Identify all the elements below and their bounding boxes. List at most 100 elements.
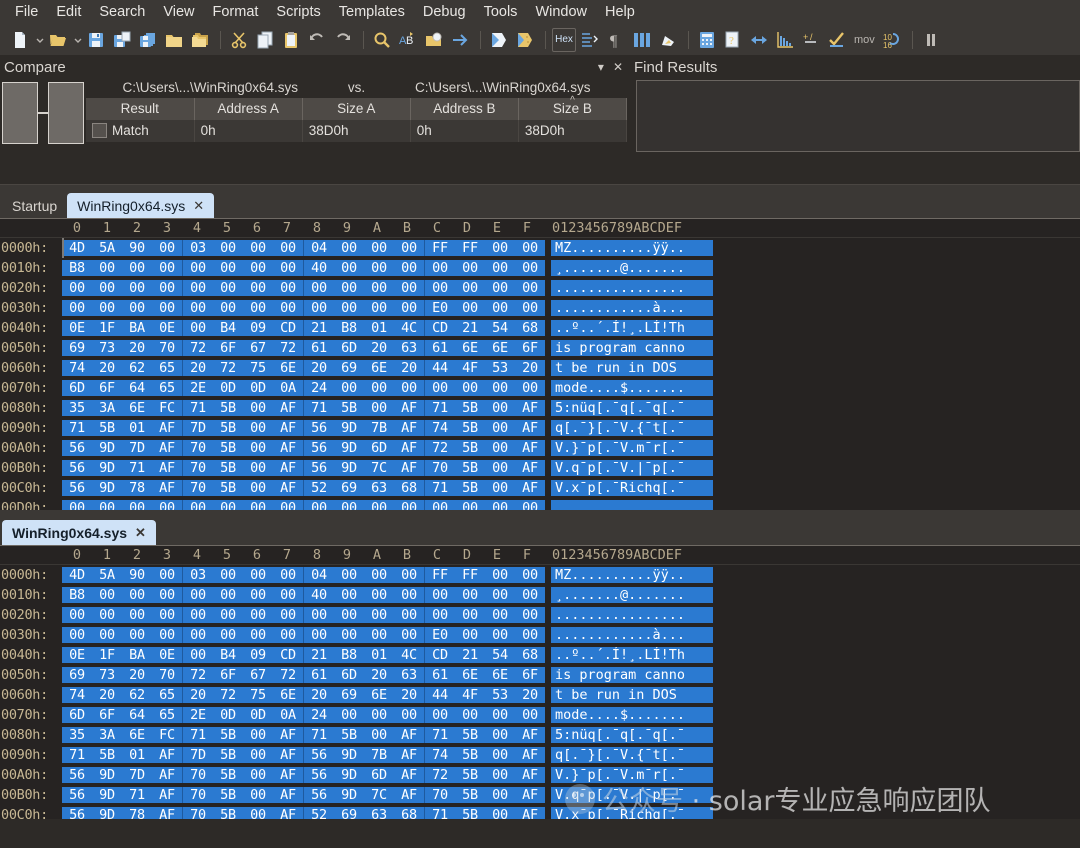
hex-byte[interactable]: 65 — [152, 380, 182, 396]
hex-byte[interactable]: AF — [273, 400, 303, 416]
hex-row[interactable]: 0040h:0E1FBA0E00B409CD21B8014CCD215468..… — [0, 645, 1080, 665]
hex-byte[interactable]: 00 — [394, 607, 424, 623]
hex-byte[interactable]: 0A — [273, 707, 303, 723]
hex-byte[interactable]: 6E — [455, 340, 485, 356]
menu-item-tools[interactable]: Tools — [475, 2, 527, 22]
run-template-icon[interactable] — [487, 28, 511, 52]
hex-byte[interactable]: 74 — [425, 747, 455, 763]
hex-byte[interactable]: 00 — [515, 300, 545, 316]
hex-byte[interactable]: 00 — [364, 240, 394, 256]
hex-byte[interactable]: 5B — [455, 480, 485, 496]
hex-byte[interactable]: 00 — [62, 500, 92, 510]
hex-row[interactable]: 0080h:353A6EFC715B00AF715B00AF715B00AF5:… — [0, 398, 1080, 418]
hex-row[interactable]: 0000h:4D5A90000300000004000000FFFF0000MZ… — [0, 565, 1080, 585]
hex-byte[interactable]: 56 — [62, 460, 92, 476]
hex-byte[interactable]: 00 — [364, 260, 394, 276]
hex-byte[interactable]: 00 — [122, 587, 152, 603]
hex-byte[interactable]: 24 — [304, 380, 334, 396]
hex-byte[interactable]: 53 — [485, 360, 515, 376]
base-convert-icon[interactable]: 1016 — [880, 28, 904, 52]
hex-byte[interactable]: 00 — [243, 500, 273, 510]
table-row[interactable]: Match0h38D0h0h38D0h — [86, 120, 627, 142]
checkmark-icon[interactable] — [825, 28, 849, 52]
hex-row[interactable]: 00B0h:569D71AF705B00AF569D7CAF705B00AFV.… — [0, 458, 1080, 478]
hex-byte[interactable]: 7D — [122, 440, 152, 456]
hex-byte[interactable]: 00 — [243, 260, 273, 276]
document-tab-startup[interactable]: Startup — [2, 193, 67, 218]
hex-byte[interactable]: 71 — [62, 747, 92, 763]
hex-byte[interactable]: 9D — [92, 440, 122, 456]
goto-icon[interactable] — [448, 28, 472, 52]
hex-byte[interactable]: 69 — [62, 667, 92, 683]
hex-byte[interactable]: 00 — [485, 767, 515, 783]
hex-byte[interactable]: 56 — [62, 807, 92, 819]
hex-row-ascii[interactable]: V.x¯p[.¯Richq[.¯ — [551, 480, 713, 496]
hex-byte[interactable]: 00 — [334, 380, 364, 396]
hex-byte[interactable]: 00 — [425, 587, 455, 603]
hex-byte-cells[interactable]: 742062652072756E20696E20444F5320 — [62, 687, 545, 703]
hex-row-ascii[interactable]: 5:nüq[.¯q[.¯q[.¯ — [551, 400, 713, 416]
hex-byte[interactable]: 6F — [213, 340, 243, 356]
hex-byte[interactable]: 6D — [62, 707, 92, 723]
hex-byte[interactable]: 00 — [152, 587, 182, 603]
hex-byte[interactable]: 62 — [122, 360, 152, 376]
hex-byte[interactable]: 00 — [334, 587, 364, 603]
hex-byte[interactable]: AF — [515, 480, 545, 496]
hex-byte[interactable]: 00 — [485, 567, 515, 583]
hex-byte[interactable]: 71 — [62, 420, 92, 436]
hex-byte[interactable]: 00 — [243, 727, 273, 743]
hex-row-ascii[interactable]: ..º..´.Í!¸.LÍ!Th — [551, 320, 713, 336]
hex-row[interactable]: 0060h:742062652072756E20696E20444F5320t … — [0, 358, 1080, 378]
hex-byte[interactable]: 00 — [213, 240, 243, 256]
hex-byte[interactable]: 00 — [455, 500, 485, 510]
hex-byte[interactable]: 00 — [122, 627, 152, 643]
hex-byte[interactable]: 4D — [62, 567, 92, 583]
hex-row-ascii[interactable]: is program canno — [551, 667, 713, 683]
menu-item-format[interactable]: Format — [204, 2, 268, 22]
hex-byte-cells[interactable]: 353A6EFC715B00AF715B00AF715B00AF — [62, 400, 545, 416]
hex-byte[interactable]: 00 — [334, 627, 364, 643]
hex-byte[interactable]: FC — [152, 727, 182, 743]
hex-byte[interactable]: 00 — [364, 567, 394, 583]
hex-byte[interactable]: 00 — [485, 380, 515, 396]
hex-byte[interactable]: AF — [515, 727, 545, 743]
hex-row-ascii[interactable]: ................ — [551, 280, 713, 296]
hex-byte[interactable]: 68 — [515, 647, 545, 663]
hex-byte[interactable]: 00 — [152, 607, 182, 623]
hex-byte[interactable]: 00 — [394, 280, 424, 296]
hex-byte[interactable]: 00 — [425, 380, 455, 396]
hex-byte-cells[interactable]: 4D5A90000300000004000000FFFF0000 — [62, 240, 545, 256]
hex-byte[interactable]: 00 — [485, 280, 515, 296]
hex-byte[interactable]: 00 — [213, 587, 243, 603]
hex-byte[interactable]: 1F — [92, 647, 122, 663]
hex-row[interactable]: 00A0h:569D7DAF705B00AF569D6DAF725B00AFV.… — [0, 765, 1080, 785]
hex-byte[interactable]: FF — [425, 567, 455, 583]
hex-byte[interactable]: 70 — [183, 460, 213, 476]
hex-byte[interactable]: CD — [425, 320, 455, 336]
hex-byte-cells[interactable]: B8000000000000004000000000000000 — [62, 587, 545, 603]
hex-byte[interactable]: 00 — [92, 260, 122, 276]
hex-byte[interactable]: 00 — [455, 380, 485, 396]
hex-byte[interactable]: 20 — [364, 340, 394, 356]
hex-byte[interactable]: 9D — [334, 787, 364, 803]
hex-byte[interactable]: FF — [425, 240, 455, 256]
hex-row-ascii[interactable]: q[.¯}[.¯V.{¯t[.¯ — [551, 420, 713, 436]
close-icon[interactable]: ✕ — [613, 61, 623, 73]
hex-byte[interactable]: 56 — [62, 787, 92, 803]
hex-byte[interactable]: 00 — [455, 260, 485, 276]
hex-byte[interactable]: 56 — [62, 767, 92, 783]
save-as-icon[interactable] — [110, 28, 134, 52]
hex-byte[interactable]: 9D — [334, 767, 364, 783]
hex-byte-cells[interactable]: 353A6EFC715B00AF715B00AF715B00AF — [62, 727, 545, 743]
hex-byte[interactable]: 71 — [122, 787, 152, 803]
document-tab-winring0x64-sys[interactable]: WinRing0x64.sys✕ — [2, 520, 156, 545]
hex-byte[interactable]: 5B — [455, 420, 485, 436]
hex-byte[interactable]: 56 — [304, 440, 334, 456]
hex-byte[interactable]: 00 — [273, 627, 303, 643]
hex-row-ascii[interactable]: mode....$....... — [551, 707, 713, 723]
hex-byte[interactable]: 00 — [425, 500, 455, 510]
hex-byte[interactable]: 75 — [243, 360, 273, 376]
hex-byte[interactable]: 61 — [304, 340, 334, 356]
hex-byte[interactable]: 5B — [92, 747, 122, 763]
hex-byte[interactable]: AF — [515, 460, 545, 476]
